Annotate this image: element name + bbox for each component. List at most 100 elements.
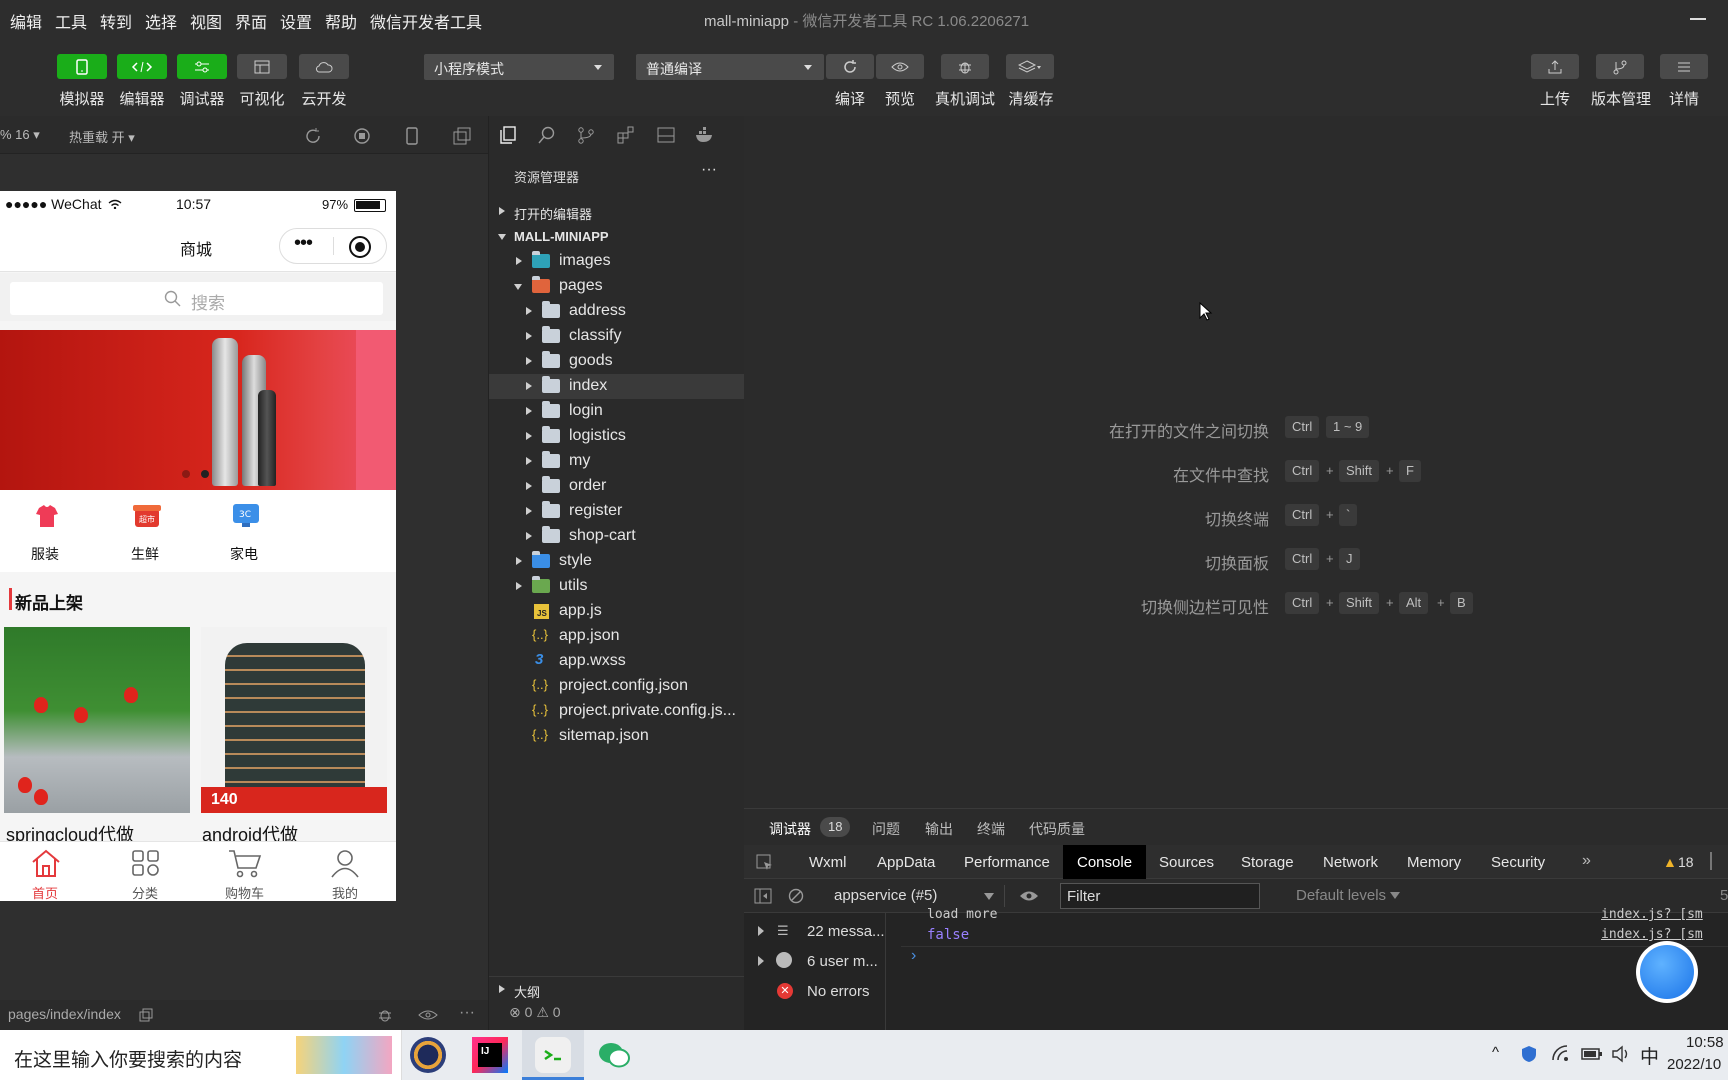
product-image-sweater[interactable]: 140	[201, 627, 387, 813]
banner-carousel[interactable]	[0, 330, 396, 490]
tree-folder-style[interactable]: style	[489, 549, 745, 574]
simulator-toggle-button[interactable]	[57, 54, 107, 79]
tree-folder-address[interactable]: address	[489, 299, 745, 324]
compile-mode-select[interactable]: 普通编译	[636, 54, 824, 80]
tree-file-project-config[interactable]: {..} project.config.json	[489, 674, 745, 699]
upload-button[interactable]	[1531, 54, 1579, 79]
volume-icon[interactable]	[1611, 1045, 1631, 1063]
project-root[interactable]: MALL-MINIAPP	[489, 224, 745, 249]
more-dots-icon[interactable]: •••	[294, 232, 313, 255]
tree-file-app-wxss[interactable]: 3 app.wxss	[489, 649, 745, 674]
devtools-tab-security[interactable]: Security	[1491, 845, 1545, 879]
menu-help[interactable]: 帮助	[325, 9, 357, 33]
menu-interface[interactable]: 界面	[235, 9, 267, 33]
menu-edit[interactable]: 编辑	[10, 9, 42, 33]
debugger-toggle-button[interactable]	[177, 54, 227, 79]
preview-button[interactable]	[876, 54, 924, 79]
log-source-link[interactable]: index.js? [sm	[1601, 907, 1703, 922]
errors-filter[interactable]: ✕ No errors	[744, 981, 886, 1005]
user-messages-filter[interactable]: 6 user m...	[744, 951, 886, 975]
tree-file-project-private-config[interactable]: {..} project.private.config.js...	[489, 699, 745, 724]
tree-folder-images[interactable]: images	[489, 249, 745, 274]
taskbar-search-box[interactable]: 在这里输入你要搜索的内容	[0, 1030, 402, 1080]
source-control-icon[interactable]	[577, 126, 595, 144]
tree-folder-classify[interactable]: classify	[489, 324, 745, 349]
tab-debugger[interactable]: 调试器	[769, 819, 811, 839]
copy-icon[interactable]	[139, 1008, 153, 1022]
capsule-button[interactable]: •••	[279, 228, 387, 264]
defender-shield-icon[interactable]	[1521, 1045, 1537, 1063]
extensions-icon[interactable]	[617, 126, 635, 144]
devtools-tab-appdata[interactable]: AppData	[877, 845, 935, 879]
panel-icon[interactable]	[657, 126, 675, 144]
tree-folder-goods[interactable]: goods	[489, 349, 745, 374]
tab-home[interactable]: 首页	[16, 846, 76, 901]
cloud-dev-button[interactable]	[299, 54, 349, 79]
remote-debug-button[interactable]	[941, 54, 989, 79]
levels-select[interactable]: Default levels	[1296, 887, 1386, 904]
tab-problems[interactable]: 问题	[872, 819, 900, 839]
tree-file-app-js[interactable]: JS app.js	[489, 599, 745, 624]
console-prompt-icon[interactable]: ›	[911, 947, 916, 965]
tab-code-quality[interactable]: 代码质量	[1029, 819, 1085, 839]
docker-icon[interactable]	[695, 126, 715, 144]
menu-tools[interactable]: 工具	[55, 9, 87, 33]
outline-section[interactable]: 大纲	[489, 976, 745, 1000]
chevron-down-icon[interactable]	[1390, 892, 1400, 899]
explorer-more-button[interactable]: ···	[701, 161, 717, 179]
devtools-tab-network[interactable]: Network	[1323, 845, 1378, 879]
hot-reload-select[interactable]: 热重载 开 ▾	[69, 127, 135, 146]
battery-icon[interactable]	[1581, 1047, 1603, 1061]
devtools-tab-sources[interactable]: Sources	[1159, 845, 1214, 879]
chevron-down-icon[interactable]	[984, 893, 994, 900]
devtools-tab-memory[interactable]: Memory	[1407, 845, 1461, 879]
intellij-app-icon[interactable]: IJ	[472, 1037, 508, 1073]
category-clothing[interactable]: 服装	[22, 500, 72, 566]
zoom-select[interactable]: % 16 ▾	[0, 127, 40, 143]
messages-filter[interactable]: ☰ 22 messa...	[744, 921, 886, 945]
clear-cache-button[interactable]	[1006, 54, 1054, 79]
more-icon[interactable]: ···	[459, 1004, 475, 1022]
product-image-strawberry[interactable]	[4, 627, 190, 813]
compile-button[interactable]	[826, 54, 874, 79]
clear-console-icon[interactable]	[788, 888, 804, 904]
tree-folder-register[interactable]: register	[489, 499, 745, 524]
wifi-icon[interactable]	[1551, 1045, 1571, 1063]
minimize-icon[interactable]	[1690, 18, 1706, 20]
inspect-icon[interactable]	[756, 854, 774, 872]
files-icon[interactable]	[499, 126, 517, 144]
settings-icon[interactable]	[1710, 852, 1712, 870]
mode-select[interactable]: 小程序模式	[424, 54, 614, 80]
sidebar-toggle-icon[interactable]	[754, 888, 772, 904]
popout-icon[interactable]	[453, 127, 471, 145]
search-input[interactable]: 搜索	[10, 282, 383, 315]
filter-input[interactable]: Filter	[1060, 883, 1260, 909]
tree-folder-shop-cart[interactable]: shop-cart	[489, 524, 745, 549]
open-editors-section[interactable]: 打开的编辑器	[489, 199, 745, 224]
rotate-icon[interactable]	[304, 127, 322, 145]
details-button[interactable]	[1660, 54, 1708, 79]
tree-folder-login[interactable]: login	[489, 399, 745, 424]
problems-status[interactable]: ⊗ 0 ⚠ 0	[509, 1004, 561, 1021]
tab-terminal[interactable]: 终端	[977, 819, 1005, 839]
ime-indicator[interactable]: 中	[1640, 1042, 1659, 1069]
warning-count[interactable]: 18	[1678, 854, 1694, 870]
tree-folder-index[interactable]: index	[489, 374, 745, 399]
menu-select[interactable]: 选择	[145, 9, 177, 33]
tab-category[interactable]: 分类	[116, 846, 176, 901]
search-icon[interactable]	[538, 126, 556, 144]
floating-assistant-button[interactable]	[1636, 941, 1698, 1003]
tab-cart[interactable]: 购物车	[215, 846, 275, 901]
tree-folder-my[interactable]: my	[489, 449, 745, 474]
tree-folder-order[interactable]: order	[489, 474, 745, 499]
clock-date[interactable]: 2022/10	[1667, 1056, 1721, 1073]
tray-overflow-icon[interactable]: ^	[1492, 1044, 1499, 1061]
tab-output[interactable]: 输出	[925, 819, 953, 839]
stop-icon[interactable]	[353, 127, 371, 145]
version-button[interactable]	[1596, 54, 1644, 79]
wechat-app-icon[interactable]	[596, 1037, 632, 1073]
category-fresh[interactable]: 超市 生鲜	[122, 500, 172, 566]
devtools-tab-console[interactable]: Console	[1063, 845, 1147, 879]
carousel-dot[interactable]	[182, 470, 190, 478]
devtools-tab-performance[interactable]: Performance	[964, 845, 1050, 879]
